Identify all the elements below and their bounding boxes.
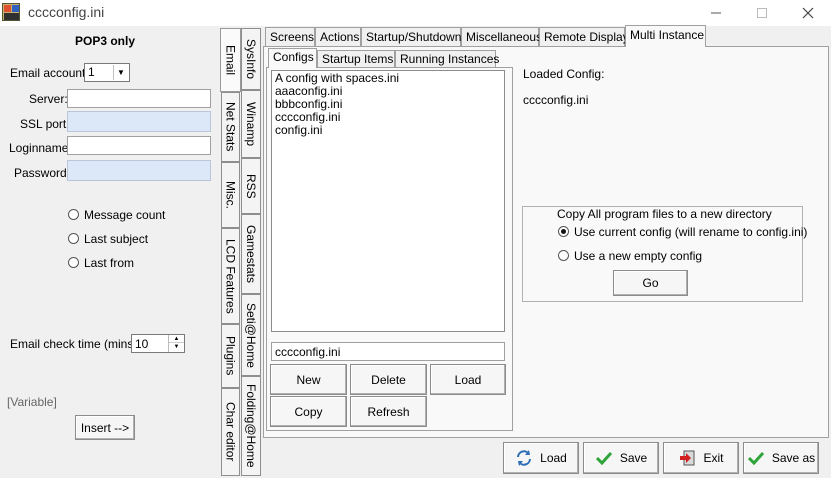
minimize-button[interactable] [693,0,739,26]
tab-configs[interactable]: Configs [268,48,317,68]
close-button[interactable] [785,0,831,26]
tab-net-stats[interactable]: Net Stats [221,92,240,162]
password-input[interactable] [67,160,211,181]
loaded-config-label: Loaded Config: [523,67,605,81]
tab-lcd-features[interactable]: LCD Features [221,228,240,324]
use-current-config-label: Use current config (will rename to confi… [574,225,808,239]
tab-miscellaneous[interactable]: Miscellaneous [461,27,542,46]
tab-running-instances[interactable]: Running Instances [395,50,499,67]
tab-seti-home[interactable]: Seti@Home [241,294,261,376]
chevron-down-icon: ▼ [113,65,128,80]
new-button[interactable]: New [270,364,347,395]
tab-startup-items[interactable]: Startup Items [317,50,395,67]
config-list[interactable]: A config with spaces.ini aaaconfig.ini b… [271,70,505,332]
tab-multi-instance[interactable]: Multi Instance [625,25,706,47]
tab-char-editor[interactable]: Char editor [221,388,240,476]
tab-rss[interactable]: RSS [241,158,261,214]
use-current-config-radio[interactable] [558,226,569,237]
last-from-label: Last from [84,256,135,270]
exit-button[interactable]: Exit [663,442,739,474]
copy-button[interactable]: Copy [270,396,347,427]
delete-button[interactable]: Delete [350,364,427,395]
email-account-select[interactable]: 1 ▼ [84,63,130,82]
refresh-icon [515,449,533,467]
server-input[interactable] [67,89,211,108]
email-account-label: Email account: [10,66,89,80]
tab-email[interactable]: Email [220,28,241,92]
message-count-label: Message count [84,208,166,222]
window-title: cccconfig.ini [28,4,105,20]
list-item[interactable]: config.ini [275,124,501,137]
go-button[interactable]: Go [613,270,688,296]
tab-remote-display[interactable]: Remote Display [539,27,629,46]
use-empty-config-radio[interactable] [558,250,569,261]
app-icon [2,3,20,21]
spin-down-icon[interactable]: ▼ [169,343,184,351]
load-button[interactable]: Load [503,442,579,474]
tab-gamestats[interactable]: Gamestats [241,214,261,294]
insert-button[interactable]: Insert --> [75,415,135,440]
tab-actions[interactable]: Actions [315,27,361,46]
variable-label: [Variable] [7,395,57,409]
ssl-port-input[interactable] [67,111,211,132]
tab-misc[interactable]: Misc. [221,162,240,228]
tab-screens[interactable]: Screens [265,27,315,46]
pop3-heading: POP3 only [75,34,136,48]
exit-door-icon [678,449,696,467]
tab-sysinfo[interactable]: SysInfo [241,28,261,90]
checkmark-icon [595,449,613,467]
check-time-stepper[interactable]: 10 ▲ ▼ [131,334,185,353]
checkmark-icon [747,449,765,467]
refresh-button[interactable]: Refresh [350,396,427,427]
spin-up-icon[interactable]: ▲ [169,335,184,343]
copy-group-title: Copy All program files to a new director… [555,207,774,221]
load-config-button[interactable]: Load [430,364,506,395]
tab-folding-home[interactable]: Folding@Home [241,376,261,476]
maximize-icon [757,8,767,18]
message-count-radio[interactable] [68,209,79,220]
tab-startup-shutdown[interactable]: Startup/Shutdown [361,27,461,46]
close-icon [802,7,814,19]
server-label: Server: [29,92,68,106]
ssl-port-label: SSL port: [20,117,70,131]
loginname-input[interactable] [67,136,211,155]
password-label: Password: [14,166,71,180]
loaded-config-value: cccconfig.ini [523,93,589,107]
save-as-button[interactable]: Save as [743,442,819,474]
tab-plugins[interactable]: Plugins [221,324,240,388]
tab-winamp[interactable]: Winamp [241,90,261,158]
check-time-label: Email check time (mins): [10,337,141,351]
save-button[interactable]: Save [583,442,659,474]
use-empty-config-label: Use a new empty config [574,249,703,263]
last-subject-label: Last subject [84,232,149,246]
config-name-input[interactable]: cccconfig.ini [271,342,505,361]
maximize-button[interactable] [739,0,785,26]
last-from-radio[interactable] [68,257,79,268]
loginname-label: Loginname: [9,141,72,155]
minimize-icon [711,12,721,14]
last-subject-radio[interactable] [68,233,79,244]
